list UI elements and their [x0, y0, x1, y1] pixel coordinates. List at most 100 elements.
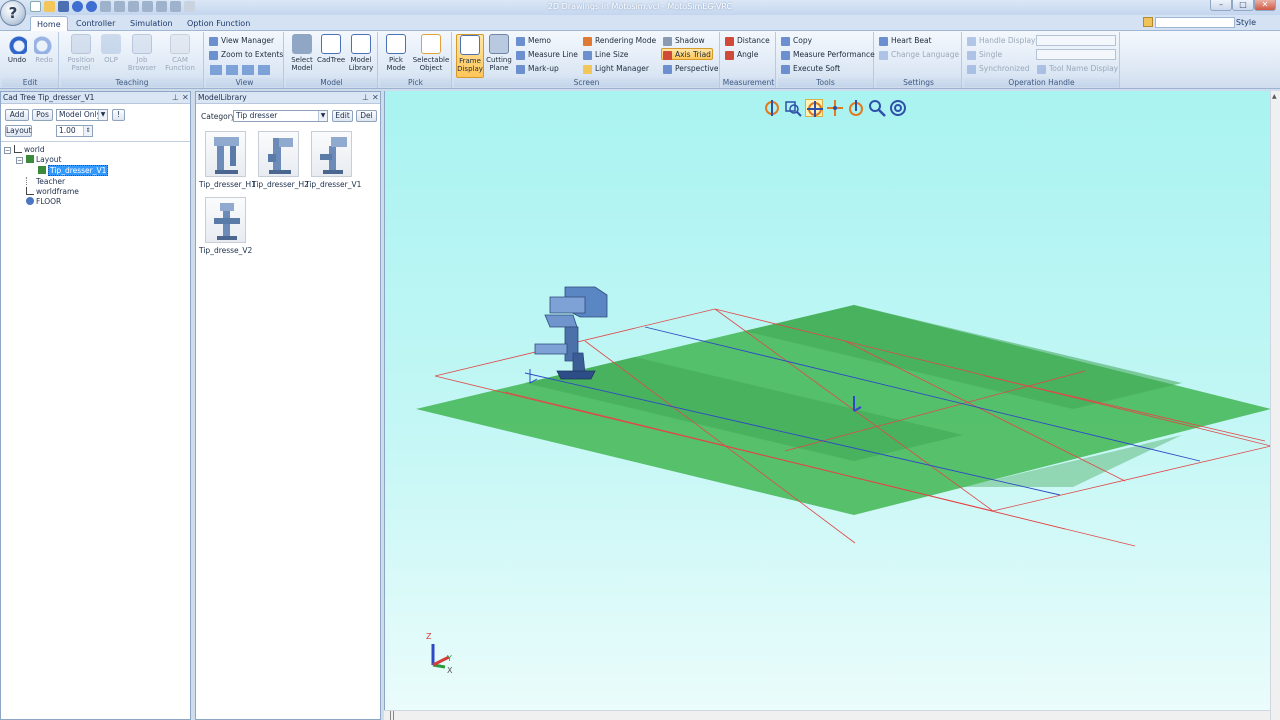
frame-display-icon: [460, 35, 480, 55]
close-button[interactable]: ✕: [1254, 0, 1276, 11]
maximize-button[interactable]: □: [1232, 0, 1254, 11]
view-front-icon[interactable]: [226, 65, 238, 75]
rendering-mode-icon: [583, 37, 592, 46]
refresh-button[interactable]: !: [112, 109, 125, 121]
scroll-thumb[interactable]: [390, 711, 394, 720]
viewport-horizontal-scrollbar[interactable]: [384, 710, 1270, 720]
axis-x-label: X: [447, 666, 453, 675]
close-icon[interactable]: ✕: [182, 92, 189, 104]
tab-home[interactable]: Home: [30, 16, 68, 32]
pin-icon[interactable]: ⊥: [362, 92, 369, 104]
line-size-button[interactable]: Line Size: [582, 49, 628, 61]
tree-item-floor[interactable]: FLOOR: [26, 197, 61, 207]
job-browser-label: Job Browser: [127, 56, 157, 72]
distance-button[interactable]: Distance: [724, 35, 770, 47]
shadow-label: Shadow: [675, 36, 705, 45]
help-orb-icon: ?: [8, 4, 18, 22]
model-item-tip-dresser-v1[interactable]: Tip_dresser_V1: [305, 131, 361, 189]
perspective-icon: [663, 65, 672, 74]
tree-expander-world[interactable]: −: [4, 147, 11, 154]
tree-item-teacher[interactable]: Teacher: [26, 177, 65, 187]
heart-beat-button[interactable]: Heart Beat: [878, 35, 932, 47]
tab-simulation[interactable]: Simulation: [124, 16, 179, 31]
cam-function-button[interactable]: CAM Function: [161, 34, 199, 72]
model-item-tip-dresser-h2[interactable]: Tip_dresser_H2: [252, 131, 309, 189]
model-thumbnail: [310, 131, 352, 177]
view-manager-label: View Manager: [221, 36, 275, 45]
job-browser-button[interactable]: Job Browser: [124, 34, 160, 72]
execute-soft-button[interactable]: Execute Soft: [780, 63, 840, 75]
view-side-icon[interactable]: [242, 65, 254, 75]
ribbon-search-input[interactable]: [1155, 17, 1235, 28]
help-icon[interactable]: [1143, 17, 1153, 27]
app-menu-button[interactable]: ?: [0, 0, 26, 26]
3d-viewport[interactable]: Z Y X: [384, 91, 1270, 710]
scale-stepper[interactable]: 1.00 ⇕: [56, 125, 93, 137]
zoom-to-extents-button[interactable]: Zoom to Extents: [208, 49, 283, 61]
model-only-select[interactable]: Model Only ▼: [56, 109, 108, 121]
position-panel-button[interactable]: Position Panel: [64, 34, 98, 72]
delete-button[interactable]: Del: [356, 110, 377, 122]
style-menu[interactable]: Style: [1236, 18, 1256, 27]
memo-button[interactable]: Memo: [515, 35, 551, 47]
viewport-vertical-scrollbar[interactable]: ▲: [1270, 91, 1280, 720]
category-select[interactable]: Tip dresser ▼: [233, 110, 328, 122]
perspective-button[interactable]: Perspective: [662, 63, 718, 75]
add-button[interactable]: Add: [5, 109, 29, 121]
frame-display-button[interactable]: Frame Display: [456, 34, 484, 78]
tree-item-tip-dresser-v1[interactable]: Tip_dresser_V1: [38, 165, 109, 176]
model-item-tip-dresse-v2[interactable]: Tip_dresse_V2: [199, 197, 252, 255]
cutting-plane-label: Cutting Plane: [486, 56, 512, 72]
copy-label: Copy: [793, 36, 813, 45]
pos-button[interactable]: Pos: [32, 109, 53, 121]
tree-item-layout[interactable]: Layout: [26, 155, 62, 165]
selectable-object-button[interactable]: Selectable Object: [412, 34, 450, 72]
synchronized-button[interactable]: Synchronized: [966, 63, 1030, 75]
pin-icon[interactable]: ⊥: [172, 92, 179, 104]
model-item-tip-dresser-h1[interactable]: Tip_dresser_H1: [199, 131, 256, 189]
layout-button[interactable]: Layout: [5, 125, 32, 137]
pick-mode-button[interactable]: Pick Mode: [382, 34, 410, 72]
measure-performance-button[interactable]: Measure Performance: [780, 49, 875, 61]
light-manager-button[interactable]: Light Manager: [582, 63, 649, 75]
tree-item-worldframe[interactable]: worldframe: [26, 187, 79, 197]
model-thumbnail: [257, 131, 299, 177]
shadow-button[interactable]: Shadow: [662, 35, 705, 47]
frame-icon: [26, 187, 34, 195]
single-select[interactable]: [1036, 49, 1116, 60]
view-manager-button[interactable]: View Manager: [208, 35, 274, 47]
tree-item-world[interactable]: world: [14, 145, 45, 155]
view-top-icon[interactable]: [258, 65, 270, 75]
edit-button[interactable]: Edit: [332, 110, 353, 122]
single-button[interactable]: Single: [966, 49, 1002, 61]
floor-plane[interactable]: [416, 305, 1270, 515]
tool-name-display-label: Tool Name Display: [1049, 64, 1119, 73]
measure-line-button[interactable]: Measure Line: [515, 49, 578, 61]
handle-display-button[interactable]: Handle Display: [966, 35, 1035, 47]
cam-function-label: CAM Function: [165, 56, 195, 72]
change-language-button[interactable]: Change Language: [878, 49, 959, 61]
handle-display-select[interactable]: [1036, 35, 1116, 46]
copy-button[interactable]: Copy: [780, 35, 812, 47]
tab-option-function[interactable]: Option Function: [181, 16, 256, 31]
axis-triad-button[interactable]: Axis Triad: [661, 48, 713, 60]
minimize-button[interactable]: –: [1210, 0, 1232, 11]
model-library-button[interactable]: Model Library: [346, 34, 376, 72]
tool-name-display-button[interactable]: Tool Name Display: [1036, 63, 1118, 75]
tree-expander-layout[interactable]: −: [16, 157, 23, 164]
rendering-mode-button[interactable]: Rendering Mode: [582, 35, 656, 47]
olp-button[interactable]: OLP: [99, 34, 123, 64]
undo-button[interactable]: Undo: [5, 34, 29, 64]
cad-tree-header: Cad Tree Tip_dresser_V1 ⊥ ✕: [1, 92, 190, 104]
redo-button[interactable]: Redo: [32, 34, 56, 64]
angle-button[interactable]: Angle: [724, 49, 758, 61]
mark-up-button[interactable]: Mark-up: [515, 63, 559, 75]
scroll-up-icon[interactable]: ▲: [1272, 93, 1277, 100]
close-icon[interactable]: ✕: [372, 92, 379, 104]
cutting-plane-button[interactable]: Cutting Plane: [485, 34, 513, 72]
view-iso-icon[interactable]: [210, 65, 222, 75]
undo-label: Undo: [7, 56, 27, 64]
tab-controller[interactable]: Controller: [70, 16, 121, 31]
select-model-button[interactable]: Select Model: [288, 34, 316, 72]
cadtree-button[interactable]: CadTree: [317, 34, 345, 64]
